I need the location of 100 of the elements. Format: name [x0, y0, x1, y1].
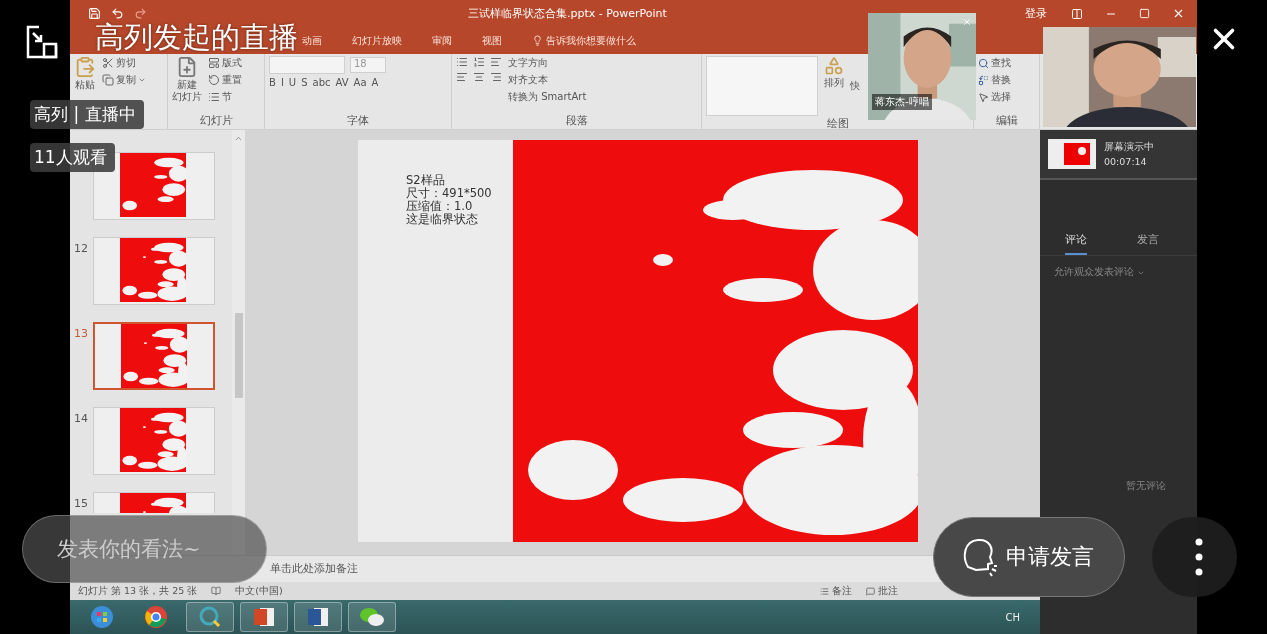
- scrollbar-thumb[interactable]: [234, 313, 243, 398]
- font-format-button[interactable]: B: [269, 77, 276, 88]
- align-left-icon[interactable]: [456, 71, 468, 83]
- comment-permission-dropdown[interactable]: 允许观众发表评论: [1054, 266, 1134, 279]
- font-format-button[interactable]: abc: [312, 77, 331, 88]
- taskbar-button[interactable]: [240, 602, 288, 632]
- notes-toggle[interactable]: 备注: [832, 584, 852, 598]
- quick-styles-button[interactable]: 快: [850, 56, 860, 116]
- maximize-icon[interactable]: [1139, 8, 1150, 20]
- copy-button[interactable]: 复制: [102, 73, 146, 87]
- save-icon[interactable]: [88, 7, 101, 21]
- start-orb-icon: [90, 605, 114, 629]
- reset-icon: [208, 74, 220, 86]
- slide-number: 15: [74, 497, 88, 510]
- find-button[interactable]: 查找: [978, 56, 1011, 70]
- copy-icon: [102, 74, 114, 86]
- slide-number: 14: [74, 412, 88, 425]
- comments-toggle[interactable]: 批注: [878, 584, 898, 598]
- bullets-icon[interactable]: [456, 56, 468, 68]
- sign-in-link[interactable]: 登录: [1025, 6, 1047, 22]
- section-button[interactable]: 节: [208, 90, 242, 104]
- font-format-button[interactable]: A: [371, 77, 379, 88]
- host-status: 高列 | 直播中: [30, 100, 144, 129]
- scissors-icon: [102, 57, 114, 69]
- ribbon-tab[interactable]: 幻灯片放映: [352, 33, 402, 48]
- indent-icon[interactable]: [490, 56, 502, 68]
- taskbar-button[interactable]: [348, 602, 396, 632]
- slide-text: 这是临界状态: [406, 213, 479, 226]
- elapsed-time: 00:07:14: [1104, 156, 1148, 167]
- numbering-icon[interactable]: [473, 56, 485, 68]
- slide-text: S2样品: [406, 174, 446, 187]
- replace-icon: [978, 74, 989, 86]
- wechat-icon: [359, 605, 385, 629]
- cut-button[interactable]: 剪切: [102, 56, 146, 70]
- undo-icon[interactable]: [111, 7, 124, 21]
- window-title: 三试样临界状态合集.pptx - PowerPoint: [468, 6, 668, 22]
- slide-number: 12: [74, 242, 88, 255]
- slide-text: 尺寸：491*500: [406, 187, 493, 200]
- powerpoint-icon: [252, 605, 276, 629]
- chrome-icon: [144, 605, 168, 629]
- group-label: 编辑: [994, 113, 1019, 129]
- select-button[interactable]: 选择: [978, 90, 1011, 104]
- align-center-icon[interactable]: [473, 71, 485, 83]
- group-label: 绘图: [825, 116, 850, 131]
- layout-button[interactable]: 版式: [208, 56, 242, 70]
- replace-button[interactable]: 替换: [978, 73, 1011, 87]
- smartart-button[interactable]: 转换为 SmartArt: [508, 90, 587, 104]
- book-icon[interactable]: [211, 586, 222, 596]
- panel-tab[interactable]: 评论: [1065, 232, 1087, 255]
- font-name-field[interactable]: [269, 56, 345, 74]
- ribbon-display-icon[interactable]: [1071, 7, 1083, 20]
- ribbon-tab[interactable]: 视图: [482, 33, 502, 48]
- request-speak-button[interactable]: 申请发言: [933, 517, 1125, 597]
- arrange-icon: [824, 56, 844, 76]
- slide-thumbnail[interactable]: [93, 322, 215, 390]
- stream-title: 高列发起的直播: [95, 19, 298, 56]
- font-format-button[interactable]: AV: [335, 77, 349, 88]
- slide-thumbnail[interactable]: [93, 407, 215, 475]
- align-right-icon[interactable]: [490, 71, 502, 83]
- text-direction-button[interactable]: 文字方向: [508, 56, 587, 70]
- new-slide-icon: [176, 56, 198, 78]
- notes-icon: [820, 586, 829, 596]
- viewer-count: 11人观看: [30, 143, 115, 172]
- group-label: 段落: [564, 113, 589, 129]
- slide-count: 幻灯片 第 13 张，共 25 张: [78, 584, 198, 598]
- group-label: 幻灯片: [198, 113, 234, 129]
- search-icon: [978, 57, 989, 69]
- language-status: 中文(中国): [235, 584, 283, 598]
- caret-icon: [138, 76, 146, 84]
- more-icon: [1195, 537, 1203, 577]
- input-language[interactable]: CH: [1005, 611, 1020, 623]
- clipboard-icon: [74, 56, 96, 78]
- speaking-head-icon: [962, 537, 998, 577]
- slide-thumbnail[interactable]: [93, 237, 215, 305]
- ribbon-tab[interactable]: 动画: [302, 33, 322, 48]
- tell-me-search[interactable]: 告诉我你想要做什么: [546, 33, 636, 48]
- camera-caption: 蒋东杰-哼唱: [872, 94, 932, 110]
- slide-number: 13: [74, 327, 88, 340]
- comment-icon: [866, 586, 875, 596]
- align-text-button[interactable]: 对齐文本: [508, 73, 587, 87]
- font-format-button[interactable]: U: [288, 77, 297, 88]
- reset-button[interactable]: 重置: [208, 73, 242, 87]
- taskbar-button[interactable]: [294, 602, 342, 632]
- minimize-window-icon[interactable]: [25, 25, 59, 59]
- layout-icon: [208, 57, 220, 69]
- notes-placeholder[interactable]: 单击此处添加备注: [270, 562, 358, 576]
- font-format-button[interactable]: S: [301, 77, 308, 88]
- group-label: 字体: [346, 113, 370, 129]
- new-slide-button[interactable]: 新建 幻灯片: [172, 56, 202, 103]
- font-format-button[interactable]: I: [280, 77, 284, 88]
- panel-tab[interactable]: 发言: [1137, 232, 1159, 255]
- font-format-button[interactable]: Aa: [353, 77, 367, 88]
- paste-button[interactable]: 粘贴: [74, 56, 96, 91]
- arrange-button[interactable]: 排列: [824, 56, 844, 89]
- ribbon-tab[interactable]: 审阅: [432, 33, 452, 48]
- empty-comments: 暂无评论: [1126, 479, 1167, 493]
- redo-icon[interactable]: [134, 7, 147, 21]
- word-icon: [306, 605, 330, 629]
- lightbulb-icon: [532, 35, 543, 47]
- section-icon: [208, 91, 220, 103]
